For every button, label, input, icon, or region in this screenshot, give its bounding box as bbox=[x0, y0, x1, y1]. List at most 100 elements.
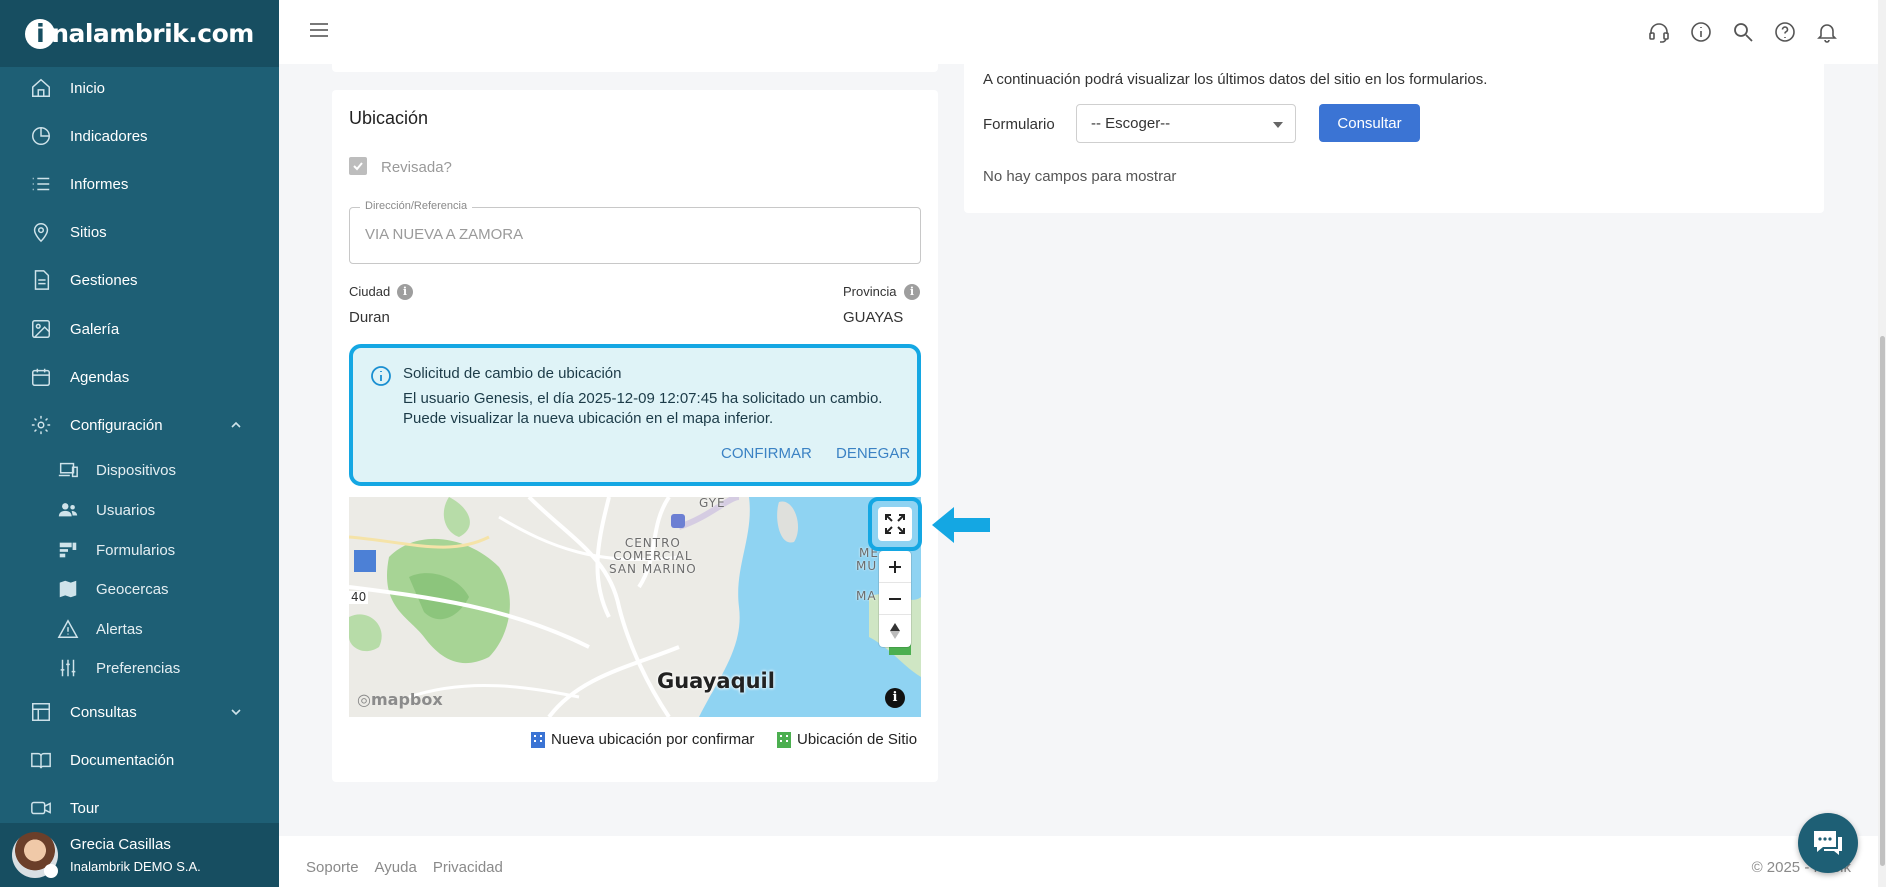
provincia-label: Provincia bbox=[843, 284, 897, 299]
formulario-select-value: -- Escoger-- bbox=[1091, 115, 1171, 132]
direccion-field[interactable]: Dirección/Referencia bbox=[349, 200, 921, 264]
forms-icon bbox=[57, 539, 79, 561]
user-org: Inalambrik DEMO S.A. bbox=[70, 859, 201, 874]
sidebar-subitem-formularios[interactable]: Formularios bbox=[0, 534, 279, 566]
image-icon bbox=[30, 318, 52, 340]
sidebar: i nalambrik.com Inicio Indicadores Inform… bbox=[0, 0, 279, 887]
sidebar-item-configuracion[interactable]: Configuración bbox=[0, 407, 279, 443]
map-pin-icon bbox=[30, 221, 52, 243]
footer-link-privacidad[interactable]: Privacidad bbox=[433, 859, 503, 876]
sidebar-item-inicio[interactable]: Inicio bbox=[0, 70, 279, 106]
chevron-up-icon bbox=[231, 421, 241, 428]
sidebar-item-indicadores[interactable]: Indicadores bbox=[0, 118, 279, 154]
legend-site-location: Ubicación de Sitio bbox=[775, 730, 917, 748]
sidebar-item-agendas[interactable]: Agendas bbox=[0, 359, 279, 395]
sidebar-item-documentacion[interactable]: Documentación bbox=[0, 742, 279, 778]
sidebar-item-galeria[interactable]: Galería bbox=[0, 311, 279, 347]
ciudad-info-icon[interactable]: i bbox=[397, 284, 413, 300]
sidebar-subitem-dispositivos[interactable]: Dispositivos bbox=[0, 454, 279, 486]
map-zoom-controls bbox=[879, 551, 911, 647]
users-icon bbox=[57, 499, 79, 521]
fullscreen-button[interactable] bbox=[878, 507, 912, 541]
chevron-down-icon bbox=[231, 709, 241, 716]
zoom-in-button[interactable] bbox=[879, 551, 911, 583]
user-name: Grecia Casillas bbox=[70, 836, 171, 853]
sidebar-item-informes[interactable]: Informes bbox=[0, 166, 279, 202]
pointer-arrow-icon bbox=[932, 507, 990, 543]
sidebar-subitem-geocercas[interactable]: Geocercas bbox=[0, 573, 279, 605]
home-icon bbox=[30, 77, 52, 99]
sidebar-subitem-alertas[interactable]: Alertas bbox=[0, 613, 279, 645]
warning-icon bbox=[57, 618, 79, 640]
sidebar-item-sitios[interactable]: Sitios bbox=[0, 214, 279, 250]
mapbox-logo: ◎mapbox bbox=[357, 690, 443, 709]
brand-logo[interactable]: i nalambrik.com bbox=[0, 0, 279, 67]
consultar-button[interactable]: Consultar bbox=[1319, 104, 1420, 142]
revisada-checkbox[interactable] bbox=[349, 157, 367, 175]
logo-text: i nalambrik.com bbox=[25, 18, 254, 49]
empty-fields-message: No hay campos para mostrar bbox=[983, 168, 1177, 185]
ubicacion-card: Ubicación Revisada? Dirección/Referencia… bbox=[332, 90, 938, 782]
sliders-icon bbox=[57, 657, 79, 679]
zoom-out-button[interactable] bbox=[879, 583, 911, 615]
formulario-label: Formulario bbox=[983, 116, 1055, 133]
footer: Soporte Ayuda Privacidad © 2025 - Rocik bbox=[279, 836, 1886, 887]
page-scrollbar-thumb[interactable] bbox=[1880, 336, 1885, 866]
footer-link-ayuda[interactable]: Ayuda bbox=[375, 859, 417, 876]
map-tiles bbox=[349, 497, 921, 717]
revisada-label: Revisada? bbox=[381, 159, 452, 176]
help-icon[interactable] bbox=[1773, 20, 1797, 44]
support-agent-icon[interactable] bbox=[1647, 20, 1671, 44]
table-icon bbox=[30, 701, 52, 723]
sidebar-item-consultas[interactable]: Consultas bbox=[0, 694, 279, 730]
legend-new-location: Nueva ubicación por confirmar bbox=[529, 730, 754, 748]
sidebar-subitem-preferencias[interactable]: Preferencias bbox=[0, 652, 279, 684]
gear-icon bbox=[30, 414, 52, 436]
map-road-label: 40 bbox=[349, 590, 369, 604]
ciudad-label: Ciudad bbox=[349, 284, 391, 299]
previous-card bbox=[332, 58, 938, 72]
map-area-label: CENTRO COMERCIAL SAN MARINO bbox=[609, 536, 697, 576]
sidebar-item-tour[interactable]: Tour bbox=[0, 790, 279, 826]
sidebar-item-gestiones[interactable]: Gestiones bbox=[0, 262, 279, 298]
video-icon bbox=[30, 797, 52, 819]
chat-button[interactable] bbox=[1798, 813, 1858, 873]
ciudad-value: Duran bbox=[349, 309, 390, 326]
form-data-card: A continuación podrá visualizar los últi… bbox=[964, 58, 1824, 213]
footer-link-soporte[interactable]: Soporte bbox=[306, 859, 359, 876]
caret-down-icon bbox=[1273, 122, 1283, 128]
formulario-select[interactable]: -- Escoger-- bbox=[1076, 104, 1296, 143]
deny-button[interactable]: DENEGAR bbox=[836, 445, 910, 462]
fullscreen-icon bbox=[885, 514, 905, 534]
info-circle-icon bbox=[371, 366, 391, 386]
devices-icon bbox=[57, 459, 79, 481]
pie-chart-icon bbox=[30, 125, 52, 147]
map-attribution-button[interactable]: i bbox=[885, 688, 905, 708]
ubicacion-title: Ubicación bbox=[349, 108, 429, 128]
bell-icon[interactable] bbox=[1815, 20, 1839, 44]
provincia-info-icon[interactable]: i bbox=[904, 284, 920, 300]
alert-body: El usuario Genesis, el día 2025-12-09 12… bbox=[403, 390, 883, 427]
form-data-description: A continuación podrá visualizar los últi… bbox=[983, 71, 1488, 88]
compass-button[interactable] bbox=[879, 615, 911, 647]
list-icon bbox=[30, 173, 52, 195]
hamburger-menu-icon[interactable] bbox=[309, 22, 329, 38]
location-map[interactable]: CENTRO COMERCIAL SAN MARINO GYE 40 ME MU P… bbox=[349, 497, 921, 717]
calendar-icon bbox=[30, 366, 52, 388]
sidebar-subitem-usuarios[interactable]: Usuarios bbox=[0, 494, 279, 526]
map-edge-label-3: MA bbox=[856, 589, 877, 603]
topbar bbox=[279, 0, 1886, 64]
map-icon bbox=[57, 578, 79, 600]
alert-title: Solicitud de cambio de ubicación bbox=[403, 365, 622, 382]
fullscreen-highlight bbox=[868, 497, 922, 551]
info-icon[interactable] bbox=[1689, 20, 1713, 44]
direccion-input[interactable] bbox=[365, 226, 905, 243]
map-city-label: Guayaquil bbox=[657, 669, 775, 693]
avatar-status-badge bbox=[44, 864, 58, 878]
user-card[interactable]: Grecia Casillas Inalambrik DEMO S.A. bbox=[0, 823, 279, 887]
document-icon bbox=[30, 269, 52, 291]
location-change-alert: Solicitud de cambio de ubicación El usua… bbox=[349, 344, 921, 486]
chat-icon bbox=[1814, 831, 1842, 855]
search-icon[interactable] bbox=[1731, 20, 1755, 44]
confirm-button[interactable]: CONFIRMAR bbox=[721, 445, 812, 462]
